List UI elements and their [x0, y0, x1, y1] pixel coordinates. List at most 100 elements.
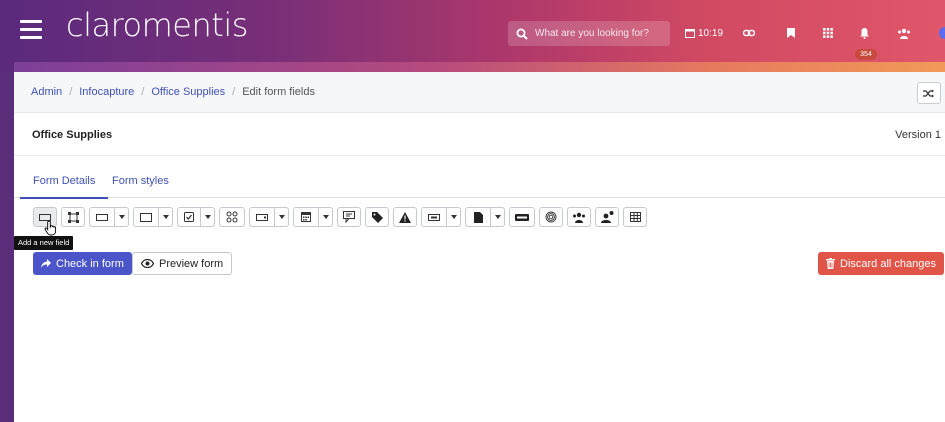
- trash-icon: [826, 258, 835, 269]
- comment-icon: [343, 211, 355, 223]
- calendar-icon: [301, 212, 311, 222]
- textarea-icon: [140, 212, 152, 222]
- date-button[interactable]: [293, 207, 319, 227]
- discard-all-changes-label: Discard all changes: [840, 257, 936, 270]
- html-button[interactable]: [509, 207, 535, 227]
- breadcrumb-office-supplies[interactable]: Office Supplies: [151, 86, 225, 98]
- caret-down-icon: [204, 215, 211, 219]
- caret-down-icon: [450, 215, 457, 219]
- tab-form-styles[interactable]: Form styles: [112, 175, 169, 187]
- caret-down-icon: [162, 215, 169, 219]
- search-placeholder: What are you looking for?: [535, 28, 649, 39]
- table-button[interactable]: [623, 207, 647, 227]
- people-button[interactable]: [897, 22, 911, 44]
- discard-all-changes-button[interactable]: Discard all changes: [818, 252, 944, 275]
- breadcrumb-separator: /: [141, 86, 145, 98]
- textarea-button[interactable]: [133, 207, 159, 227]
- input-field-group: [89, 207, 129, 227]
- calendar-icon: [685, 29, 695, 38]
- bookmark-icon: [787, 28, 795, 38]
- search-icon: [516, 28, 528, 40]
- select-button[interactable]: [249, 207, 275, 227]
- bookmarks-button[interactable]: [787, 22, 795, 44]
- input-field-dropdown[interactable]: [115, 207, 129, 227]
- user-location-button[interactable]: [595, 207, 619, 227]
- date-group: [293, 207, 333, 227]
- hand-cursor-icon: [44, 220, 57, 236]
- brand-logo[interactable]: claromentis: [66, 6, 248, 44]
- html-icon: [515, 213, 529, 221]
- eye-icon: [141, 259, 154, 268]
- file-icon: [473, 211, 483, 223]
- textarea-dropdown[interactable]: [159, 207, 173, 227]
- table-icon: [629, 212, 641, 222]
- link-icon: [743, 29, 755, 37]
- users-group-icon: [573, 212, 585, 223]
- fingerprint-icon: [545, 211, 557, 223]
- shuffle-button[interactable]: [917, 82, 941, 104]
- tag-button[interactable]: [365, 207, 389, 227]
- select-dropdown[interactable]: [275, 207, 289, 227]
- check-in-form-label: Check in form: [56, 257, 124, 270]
- form-version: Version 1: [895, 129, 941, 141]
- grid-options-icon: [226, 211, 238, 223]
- input-field-icon: [96, 213, 108, 221]
- users-icon: [898, 28, 910, 39]
- check-in-form-button[interactable]: Check in form: [33, 252, 132, 275]
- warning-button[interactable]: [393, 207, 417, 227]
- shuffle-icon: [923, 89, 934, 97]
- bell-icon: [860, 27, 869, 39]
- label-button[interactable]: [421, 207, 447, 227]
- user-avatar[interactable]: [937, 22, 945, 44]
- breadcrumb-current: Edit form fields: [242, 86, 315, 98]
- preview-form-button[interactable]: Preview form: [132, 252, 233, 275]
- file-dropdown[interactable]: [491, 207, 505, 227]
- options-grid-button[interactable]: [219, 207, 245, 227]
- form-title-row: Office Supplies Version 1: [14, 113, 945, 156]
- breadcrumb: Admin / Infocapture / Office Supplies / …: [14, 72, 945, 113]
- warning-icon: [399, 211, 411, 223]
- breadcrumb-infocapture[interactable]: Infocapture: [79, 86, 134, 98]
- resize-box-button[interactable]: [61, 207, 85, 227]
- tooltip-add-field: Add a new field: [14, 236, 74, 250]
- header-gradient-stripe: [14, 62, 945, 72]
- share-arrow-icon: [41, 259, 51, 268]
- breadcrumb-separator: /: [232, 86, 236, 98]
- search-input[interactable]: What are you looking for?: [508, 21, 670, 46]
- left-edge-bar: [0, 72, 14, 422]
- date-dropdown[interactable]: [319, 207, 333, 227]
- apps-grid-icon: [823, 28, 833, 38]
- file-button[interactable]: [465, 207, 491, 227]
- caret-down-icon: [494, 215, 501, 219]
- checkbox-icon: [184, 212, 194, 222]
- clock-time: 10:19: [698, 27, 724, 39]
- links-button[interactable]: [743, 22, 755, 44]
- checkbox-group: [177, 207, 215, 227]
- select-group: [249, 207, 289, 227]
- notification-count-badge: 354: [855, 49, 877, 60]
- file-group: [465, 207, 505, 227]
- caret-down-icon: [278, 215, 285, 219]
- hamburger-menu-icon[interactable]: [20, 20, 42, 40]
- breadcrumb-admin[interactable]: Admin: [31, 86, 62, 98]
- input-field-button[interactable]: [89, 207, 115, 227]
- checkbox-button[interactable]: [177, 207, 201, 227]
- form-tabs: Form Details Form styles: [14, 170, 945, 199]
- preview-form-label: Preview form: [159, 257, 224, 270]
- tab-form-details[interactable]: Form Details: [19, 175, 109, 199]
- apps-button[interactable]: [823, 22, 833, 44]
- label-dropdown[interactable]: [447, 207, 461, 227]
- notifications-button[interactable]: [860, 22, 869, 44]
- checkbox-dropdown[interactable]: [201, 207, 215, 227]
- user-location-icon: [600, 211, 613, 223]
- field-toolbar: [33, 206, 651, 228]
- select-field-icon: [256, 213, 268, 221]
- clock-button[interactable]: 10:19: [685, 22, 723, 44]
- avatar-icon: [939, 27, 945, 39]
- fingerprint-button[interactable]: [539, 207, 563, 227]
- caret-down-icon: [322, 215, 329, 219]
- textarea-group: [133, 207, 173, 227]
- comment-button[interactable]: [337, 207, 361, 227]
- caret-down-icon: [118, 215, 125, 219]
- users-group-button[interactable]: [567, 207, 591, 227]
